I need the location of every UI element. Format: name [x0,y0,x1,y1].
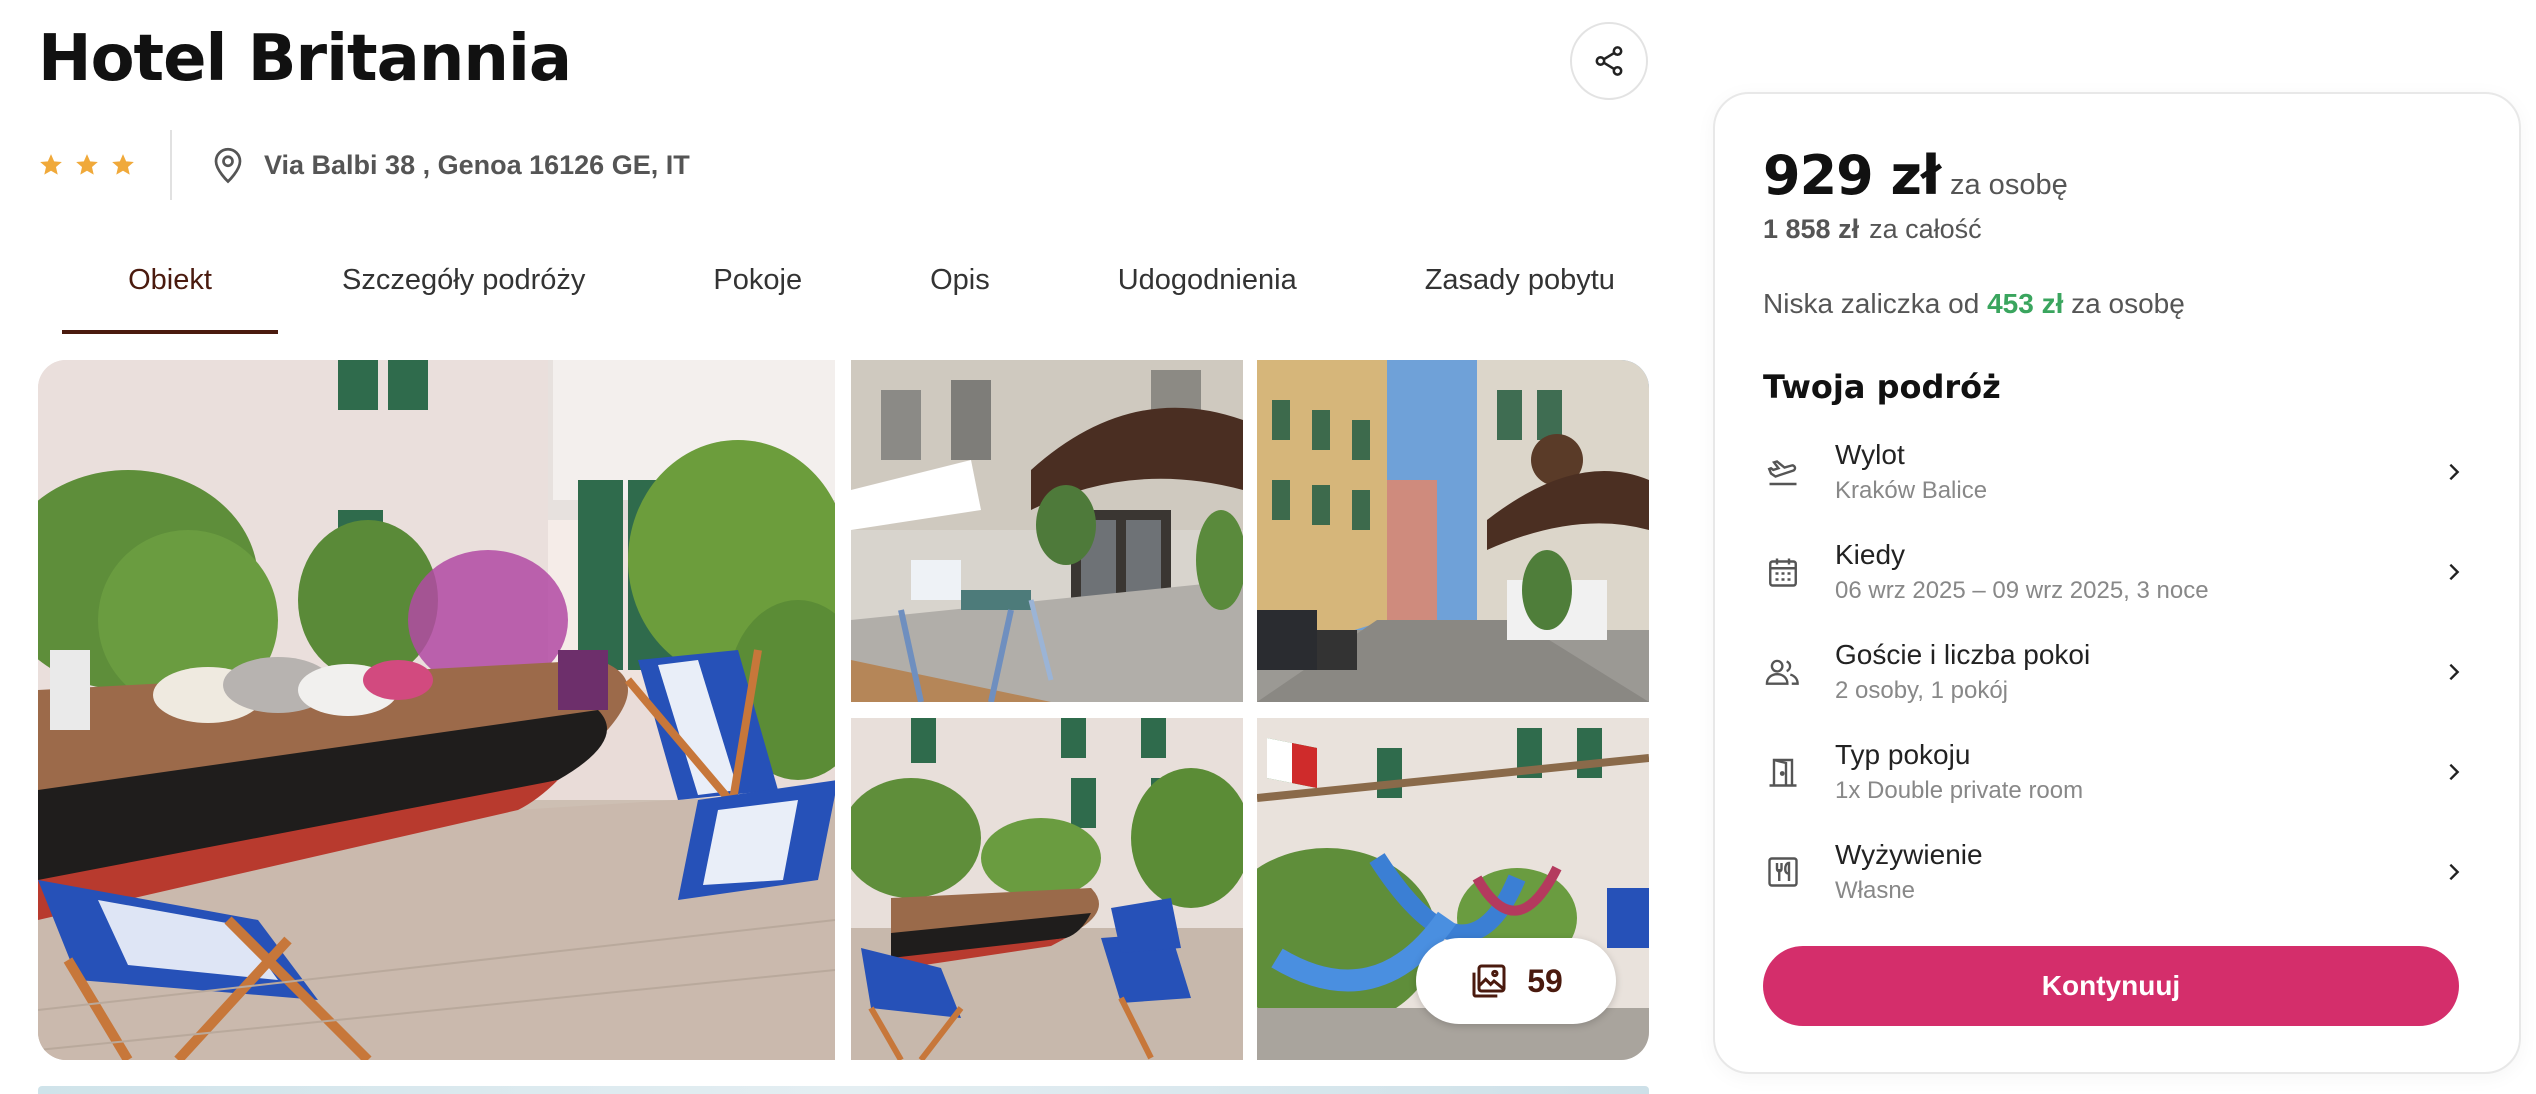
tab-obiekt[interactable]: Obiekt [62,258,278,334]
trip-details-list: Wylot Kraków Balice Kiedy 06 wrz 2025 – … [1763,422,2475,922]
meal-icon [1763,852,1803,892]
tab-label: Pokoje [713,264,803,296]
share-icon [1595,46,1623,76]
price-total: 1 858 zł za całość [1763,214,1982,245]
trip-item-label: Goście i liczba pokoi [1835,639,2091,670]
star-rating [38,130,172,200]
star-icon [40,154,62,175]
hotel-title: Hotel Britannia [38,22,572,96]
trip-item-label: Kiedy [1835,539,1906,570]
deposit-prefix: Niska zaliczka od [1763,288,1980,319]
trip-item-value: Własne [1835,877,1916,904]
trip-item-label: Wyżywienie [1835,839,1983,870]
tab-udogodnienia[interactable]: Udogodnienia [1118,258,1297,334]
star-icon [76,154,98,175]
deposit-amount: 453 zł [1987,288,2064,319]
booking-card: 929 zł za osobę 1 858 zł za całość Niska… [1713,92,2521,1074]
tab-label: Obiekt [128,264,212,296]
trip-item-guests[interactable]: Goście i liczba pokoi 2 osoby, 1 pokój [1763,622,2475,722]
continue-button[interactable]: Kontynuuj [1763,946,2459,1026]
door-icon [1763,752,1803,792]
trip-item-value: 1x Double private room [1835,777,2084,804]
photo-terrace[interactable] [851,718,1243,1060]
tab-label: Opis [930,264,990,296]
tab-zasady-pobytu[interactable]: Zasady pobytu [1425,258,1615,334]
trip-item-value: 06 wrz 2025 – 09 wrz 2025, 3 noce [1835,577,2209,604]
plane-departure-icon [1763,452,1803,492]
trip-item-label: Wylot [1835,439,1905,470]
guests-icon [1763,652,1803,692]
tab-label: Zasady pobytu [1424,264,1615,296]
tab-opis[interactable]: Opis [930,258,990,334]
trip-item-value: Kraków Balice [1835,477,1988,504]
trip-item-value: 2 osoby, 1 pokój [1835,677,2009,704]
photo-count: 59 [1527,962,1563,999]
section-tabs: Obiekt Szczegóły podróży Pokoje Opis Udo… [62,258,1615,334]
trip-item-room-type[interactable]: Typ pokoju 1x Double private room [1763,722,2475,822]
share-button[interactable] [1570,22,1648,100]
gallery-icon [1472,964,1506,998]
address-text: Via Balbi 38 , Genoa 16126 GE, IT [264,149,690,180]
chevron-right-icon [2449,863,2460,881]
trip-item-departure[interactable]: Wylot Kraków Balice [1763,422,2475,522]
chevron-right-icon [2449,463,2460,481]
deposit-info: Niska zaliczka od 453 zł za osobę [1763,288,2185,320]
trip-item-label: Typ pokoju [1835,739,1971,770]
trip-section-title: Twoja podróż [1763,368,2001,406]
price-per-person: 929 zł za osobę [1763,144,2068,207]
calendar-icon [1763,552,1803,592]
photo-street[interactable] [1257,360,1649,702]
chevron-right-icon [2449,663,2460,681]
trip-item-meals[interactable]: Wyżywienie Własne [1763,822,2475,922]
deposit-suffix: za osobę [2071,288,2185,319]
trip-item-dates[interactable]: Kiedy 06 wrz 2025 – 09 wrz 2025, 3 noce [1763,522,2475,622]
star-icon [112,154,134,175]
hotel-meta: Via Balbi 38 , Genoa 16126 GE, IT [38,130,690,200]
main-photo[interactable] [38,360,835,1060]
chevron-right-icon [2449,763,2460,781]
next-section-edge [38,1086,1649,1094]
total-value: 1 858 zł [1763,214,1860,244]
photo-gallery [38,360,1649,1060]
total-unit: za całość [1869,214,1982,244]
location-pin-icon [214,147,242,184]
price-value: 929 zł [1763,144,1941,207]
hotel-address[interactable]: Via Balbi 38 , Genoa 16126 GE, IT [210,145,690,185]
tab-label: Szczegóły podróży [342,264,586,296]
chevron-right-icon [2449,563,2460,581]
tab-pokoje[interactable]: Pokoje [713,258,802,334]
tab-szczegoly-podrozy[interactable]: Szczegóły podróży [342,258,585,334]
all-photos-button[interactable]: 59 [1416,938,1616,1024]
tab-label: Udogodnienia [1117,264,1297,296]
price-unit: za osobę [1950,169,2068,201]
photo-entrance[interactable] [851,360,1243,702]
